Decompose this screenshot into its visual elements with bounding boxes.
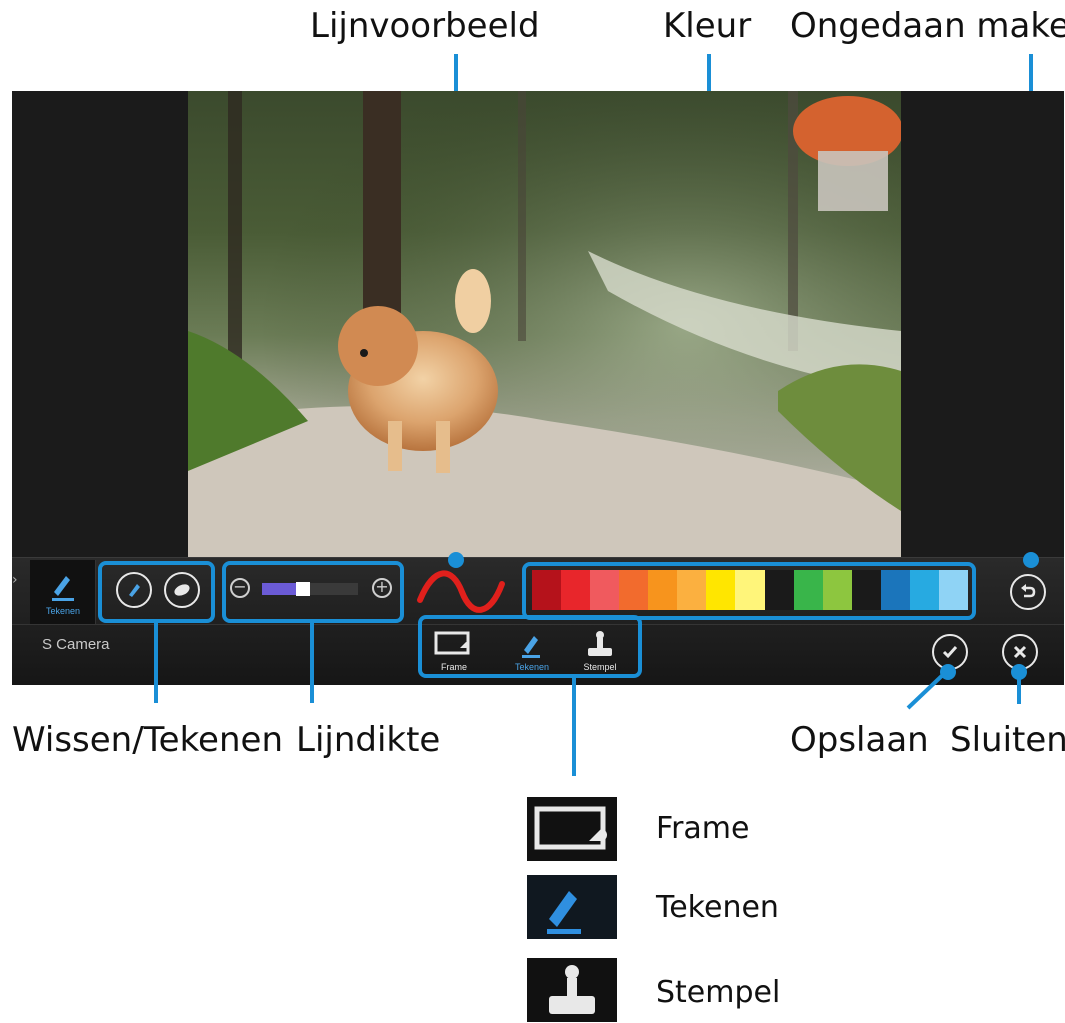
callout-line-preview: Lijnvoorbeeld [310,6,540,46]
callout-close: Sluiten [950,720,1065,760]
highlight-line-thickness [222,561,404,623]
pen-icon [547,891,581,934]
line-preview [417,570,505,613]
marker-undo [1023,552,1039,568]
legend-tekenen-icon [527,875,617,939]
callout-undo: Ongedaan maken [790,6,1065,46]
marker-line-preview [448,552,464,568]
legend-stempel-icon [527,958,617,1022]
legend-frame-label: Frame [656,811,750,846]
frame-icon [534,806,607,850]
callout-erase-draw: Wissen/Tekenen [12,720,283,760]
legend-stempel-label: Stempel [656,975,781,1010]
callout-line-thickness: Lijndikte [296,720,441,760]
leader-erase-draw [154,623,158,703]
highlight-tabs [418,615,642,678]
legend-frame-icon [527,797,617,861]
photo-image [188,91,901,561]
leader-close [1017,674,1021,704]
mode-label: Tekenen [45,606,81,616]
close-icon [1013,645,1027,659]
undo-button[interactable] [1010,574,1046,610]
pen-icon [52,576,74,601]
photo-preview[interactable] [188,91,901,561]
callout-save: Opslaan [790,720,929,760]
highlight-erase-draw [98,561,215,623]
stamp-icon [549,965,595,1014]
leader-line-thickness [310,623,314,703]
highlight-color [522,562,976,620]
leader-save [906,668,950,710]
undo-icon [1021,584,1036,598]
legend-tekenen-label: Tekenen [656,890,779,925]
expand-arrow-icon[interactable]: › [12,572,20,612]
app-name: S Camera [42,636,110,653]
mode-panel[interactable]: Tekenen [30,560,96,624]
callout-color: Kleur [663,6,752,46]
check-icon [942,646,958,659]
leader-tabs [572,678,576,776]
